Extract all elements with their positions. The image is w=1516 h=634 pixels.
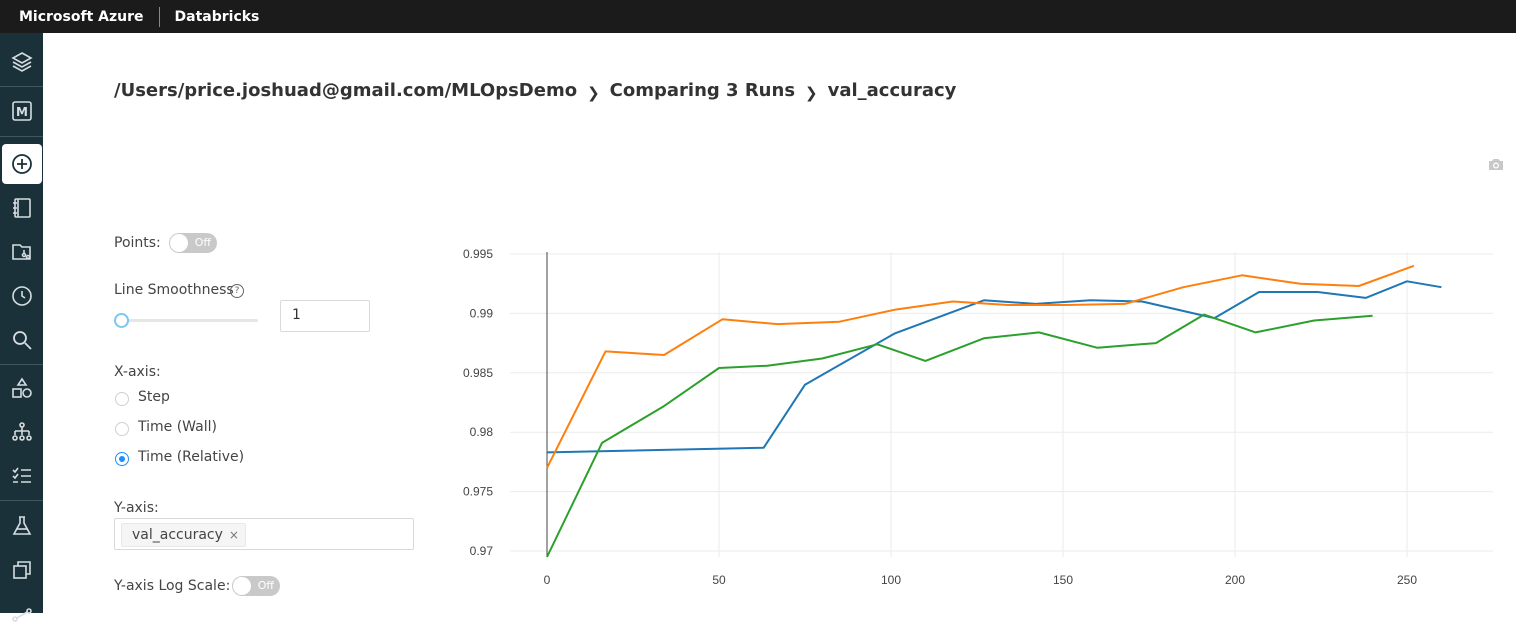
points-toggle-text: Off — [194, 236, 211, 249]
xaxis-option-label[interactable]: Time (Wall) — [138, 419, 217, 435]
xaxis-radio-wall[interactable] — [115, 422, 129, 436]
repos-icon[interactable] — [2, 232, 42, 272]
y-tick-label: 0.985 — [463, 366, 493, 380]
log-scale-label: Y-axis Log Scale: — [114, 578, 231, 594]
x-tick-label: 250 — [1397, 573, 1417, 587]
y-tick-label: 0.97 — [470, 544, 494, 558]
search-icon[interactable] — [2, 320, 42, 360]
yaxis-select[interactable]: val_accuracy × — [114, 518, 414, 550]
xaxis-radio-relative[interactable] — [115, 452, 129, 466]
brand-label[interactable]: Microsoft Azure — [0, 9, 144, 25]
chevron-right-icon: ❯ — [805, 83, 818, 102]
y-tick-label: 0.995 — [463, 247, 493, 261]
points-label: Points: — [114, 235, 161, 251]
smoothness-input[interactable]: 1 — [280, 300, 370, 332]
sidebar-divider — [0, 500, 43, 501]
top-bar: Microsoft Azure Databricks — [0, 0, 1516, 33]
models-tree-icon[interactable] — [2, 412, 42, 452]
y-tick-label: 0.99 — [470, 306, 494, 320]
topbar-divider — [158, 6, 160, 27]
close-icon[interactable]: × — [229, 524, 239, 546]
layers-icon[interactable] — [2, 42, 42, 82]
svg-text:M: M — [16, 105, 28, 119]
y-tick-label: 0.98 — [470, 425, 494, 439]
y-tick-label: 0.975 — [463, 485, 493, 499]
shapes-icon[interactable] — [2, 368, 42, 408]
experiments-flask-icon[interactable] — [2, 506, 42, 546]
xaxis-radio-step[interactable] — [115, 392, 129, 406]
series-line-2 — [546, 264, 1415, 469]
camera-icon[interactable] — [1488, 157, 1504, 171]
checklist-icon[interactable] — [2, 456, 42, 496]
sidebar-divider — [0, 86, 43, 87]
x-tick-label: 150 — [1053, 573, 1073, 587]
yaxis-metric-tag: val_accuracy × — [121, 523, 246, 547]
log-scale-toggle[interactable]: Off — [232, 576, 280, 596]
breadcrumb-metric: val_accuracy — [827, 80, 957, 101]
yaxis-label: Y-axis: — [114, 500, 159, 516]
recents-clock-icon[interactable] — [2, 276, 42, 316]
smoothness-label: Line Smoothness — [114, 282, 234, 298]
product-label[interactable]: Databricks — [175, 9, 260, 25]
help-question-icon[interactable]: ? — [230, 284, 244, 298]
xaxis-option-label[interactable]: Time (Relative) — [138, 449, 244, 465]
sidebar-divider — [0, 364, 43, 365]
log-toggle-text: Off — [257, 579, 274, 592]
series-line-1 — [546, 280, 1442, 454]
create-plus-icon[interactable] — [2, 144, 42, 184]
toggle-knob — [233, 577, 251, 595]
copy-icon[interactable] — [2, 550, 42, 590]
breadcrumb: /Users/price.joshuad@gmail.com/MLOpsDemo… — [114, 80, 957, 102]
chevron-right-icon: ❯ — [587, 83, 600, 102]
val-accuracy-chart[interactable]: 0.97 0.975 0.98 0.985 0.99 0.995 0 50 100 150 200 2… — [440, 240, 1500, 613]
xaxis-label: X-axis: — [114, 364, 161, 380]
smoothness-slider-handle[interactable] — [114, 313, 129, 328]
sidebar-divider — [0, 136, 43, 137]
notebook-icon[interactable] — [2, 188, 42, 228]
smoothness-slider-track[interactable] — [120, 319, 258, 322]
sidebar: M — [0, 33, 43, 622]
toggle-knob — [170, 234, 188, 252]
workflow-icon[interactable] — [2, 594, 42, 634]
x-tick-label: 200 — [1225, 573, 1245, 587]
points-toggle[interactable]: Off — [169, 233, 217, 253]
x-tick-label: 50 — [712, 573, 726, 587]
breadcrumb-compare-link[interactable]: Comparing 3 Runs — [610, 80, 795, 101]
yaxis-tag-label: val_accuracy — [132, 527, 223, 543]
xaxis-option-label[interactable]: Step — [138, 389, 170, 405]
mlflow-m-icon[interactable]: M — [2, 91, 42, 131]
x-tick-label: 100 — [881, 573, 901, 587]
breadcrumb-experiment-link[interactable]: /Users/price.joshuad@gmail.com/MLOpsDemo — [114, 80, 577, 101]
x-tick-label: 0 — [544, 573, 551, 587]
